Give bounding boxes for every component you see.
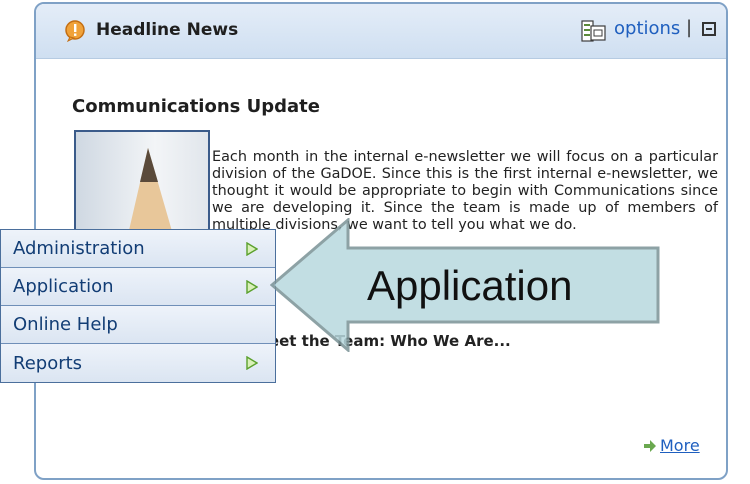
more-link-label[interactable]: More [660, 436, 700, 455]
menu-item-administration[interactable]: Administration [1, 230, 275, 268]
options-icon[interactable] [581, 20, 607, 42]
arrow-right-icon [644, 439, 656, 452]
submenu-arrow-icon [246, 280, 258, 294]
menu-item-online-help[interactable]: Online Help [1, 306, 275, 344]
menu-item-label: Online Help [13, 314, 118, 335]
side-menu: Administration Application Online Help R… [0, 229, 276, 383]
panel-title: Headline News [96, 20, 239, 40]
collapse-icon[interactable] [702, 22, 716, 36]
header-separator: | [686, 17, 693, 38]
panel-header: Headline News options | [36, 4, 726, 59]
callout-label: Application [367, 262, 573, 309]
warning-bubble-icon [65, 20, 85, 42]
options-link[interactable]: options [614, 18, 680, 39]
submenu-arrow-icon [246, 242, 258, 256]
menu-item-label: Application [13, 276, 114, 297]
menu-item-reports[interactable]: Reports [1, 344, 275, 382]
submenu-arrow-icon [246, 356, 258, 370]
menu-item-label: Administration [13, 238, 145, 259]
more-link[interactable]: More [644, 436, 700, 455]
article-title: Communications Update [72, 96, 320, 117]
menu-item-label: Reports [13, 352, 83, 374]
menu-item-application[interactable]: Application [1, 268, 275, 306]
